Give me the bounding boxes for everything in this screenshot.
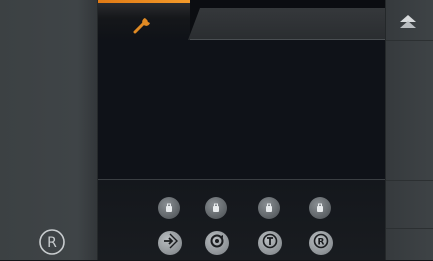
tool-lock-icon — [263, 199, 275, 218]
rotate-icon — [209, 233, 225, 253]
svg-text:R: R — [47, 235, 57, 251]
tab-strip — [98, 0, 385, 40]
t-button[interactable] — [258, 231, 282, 255]
content-area — [98, 40, 385, 179]
r-button[interactable]: R — [309, 231, 333, 255]
svg-text:R: R — [318, 238, 325, 248]
enter-button[interactable] — [158, 231, 182, 255]
tool-lock-button-2[interactable] — [205, 197, 227, 219]
r-circle-icon: R — [313, 233, 329, 253]
left-rail: R — [0, 0, 98, 260]
active-tab-indicator — [98, 0, 190, 3]
r-logo-icon[interactable]: R — [37, 227, 67, 257]
tool-lock-icon — [210, 199, 222, 218]
right-rail — [385, 0, 433, 260]
tool-lock-icon — [163, 199, 175, 218]
right-rail-divider-mid — [386, 180, 433, 181]
tab-blank[interactable] — [188, 8, 385, 40]
tool-lock-button-4[interactable] — [309, 197, 331, 219]
tool-lock-button-1[interactable] — [158, 197, 180, 219]
t-circle-icon — [262, 233, 278, 253]
eject-icon — [397, 13, 419, 35]
tool-lock-button-3[interactable] — [258, 197, 280, 219]
rotate-button[interactable] — [205, 231, 229, 255]
enter-arrow-icon — [162, 233, 178, 253]
right-rail-divider-top — [386, 40, 433, 41]
tool-lock-icon — [314, 199, 326, 218]
tab-service[interactable] — [98, 0, 190, 40]
eject-button[interactable] — [397, 13, 419, 31]
wrench-icon — [131, 14, 155, 38]
right-rail-divider-bottom — [386, 228, 433, 229]
bottom-control-panel: R — [98, 180, 385, 260]
main-panel: R — [98, 0, 385, 260]
